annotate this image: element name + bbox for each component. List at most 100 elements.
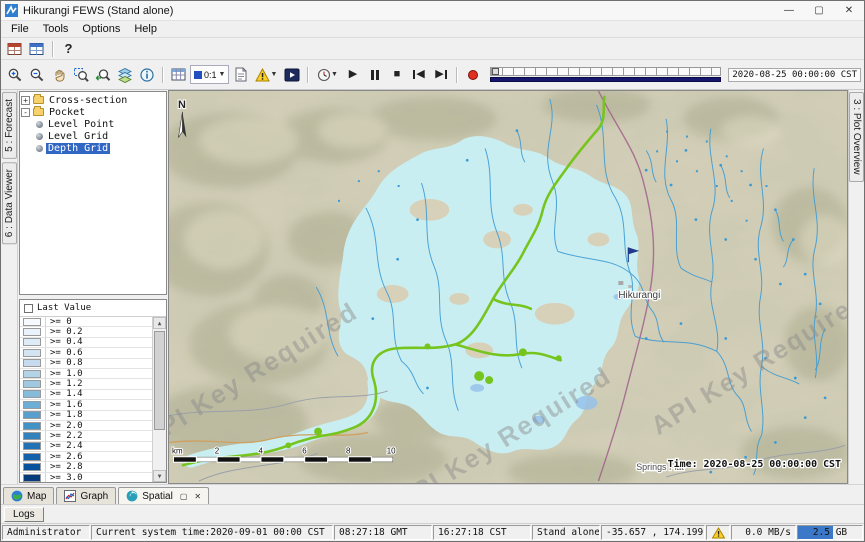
layers-tree[interactable]: + Cross-section - Pocket Level Point (19, 91, 167, 295)
last-value-checkbox[interactable] (24, 304, 33, 313)
zoom-out-button[interactable] (26, 65, 47, 85)
step-forward-icon: ▶ (435, 69, 446, 80)
zoom-in-button[interactable] (4, 65, 25, 85)
left-panel: + Cross-section - Pocket Level Point (18, 90, 168, 484)
animation-display-button[interactable] (281, 65, 302, 85)
legend-row[interactable]: >= 0.6 (20, 348, 152, 358)
legend-swatch (23, 401, 41, 409)
app-icon (5, 4, 18, 17)
legend-row[interactable]: >= 2.2 (20, 431, 152, 441)
status-gmt-time: 08:27:18 GMT (334, 525, 432, 540)
help-button[interactable]: ? (58, 39, 79, 59)
tab-graph[interactable]: Graph (56, 487, 116, 504)
zoom-in-icon (7, 67, 23, 83)
legend-label: >= 0.2 (45, 327, 152, 337)
scroll-down-icon[interactable]: ▼ (153, 470, 166, 482)
folder-icon (33, 96, 44, 104)
legend-list: >= 0 >= 0.2 >= 0.4 >= 0.6 (20, 317, 153, 482)
legend-row[interactable]: >= 0.8 (20, 359, 152, 369)
chart-icon (64, 490, 76, 502)
tree-item-pocket[interactable]: - Pocket (21, 106, 165, 118)
menu-help[interactable]: Help (128, 22, 163, 36)
toolbar-separator (162, 67, 163, 83)
svg-text:10: 10 (387, 446, 396, 455)
legend-row[interactable]: >= 1.4 (20, 390, 152, 400)
status-throughput: 0.0 MB/s (731, 525, 796, 540)
status-coordinates: -35.657 , 174.199 (601, 525, 705, 540)
minimize-button[interactable]: — (774, 1, 804, 20)
legend-label: >= 1.8 (45, 410, 152, 420)
chevron-down-icon: ▼ (219, 71, 226, 78)
scrollbar-thumb[interactable] (154, 331, 165, 430)
expand-icon[interactable]: + (21, 96, 30, 105)
pan-button[interactable] (48, 65, 69, 85)
legend-row[interactable]: >= 2.6 (20, 452, 152, 462)
tab-data-viewer[interactable]: 6 : Data Viewer (2, 162, 17, 244)
layers-button[interactable] (114, 65, 135, 85)
legend-row[interactable]: >= 2.8 (20, 462, 152, 472)
time-slider-track[interactable] (490, 67, 721, 76)
legend-scrollbar[interactable]: ▲ ▼ (153, 317, 166, 482)
animation-speed-button[interactable]: ▼ (313, 65, 341, 85)
legend-row[interactable]: >= 0.2 (20, 327, 152, 337)
time-slider[interactable] (490, 67, 721, 82)
legend-label: >= 1.2 (45, 379, 152, 389)
tree-item-level-point[interactable]: Level Point (21, 118, 165, 130)
blue-table-button[interactable] (26, 39, 47, 59)
time-slider-handle[interactable] (492, 68, 499, 75)
svg-text:km: km (172, 446, 183, 455)
menu-file[interactable]: File (5, 22, 35, 36)
legend-swatch (23, 453, 41, 461)
menu-tools[interactable]: Tools (37, 22, 75, 36)
tree-item-level-grid[interactable]: Level Grid (21, 130, 165, 142)
legend-row[interactable]: >= 3.0 (20, 473, 152, 482)
stop-button[interactable]: ■ (386, 65, 407, 85)
scroll-up-icon[interactable]: ▲ (153, 317, 166, 329)
menu-options[interactable]: Options (76, 22, 126, 36)
maximize-button[interactable]: ▢ (804, 1, 834, 20)
legend-swatch (23, 380, 41, 388)
status-warning[interactable] (706, 525, 730, 540)
tab-map[interactable]: Map (3, 487, 54, 504)
map-viewport[interactable]: API Key Required API Key Required API Ke… (168, 90, 848, 484)
legend-row[interactable]: >= 0.4 (20, 338, 152, 348)
step-forward-button[interactable]: ▶ (430, 65, 451, 85)
legend-row[interactable]: >= 1.0 (20, 369, 152, 379)
pause-button[interactable] (364, 65, 385, 85)
zoom-box-button[interactable] (70, 65, 91, 85)
tree-item-depth-grid[interactable]: Depth Grid (21, 142, 165, 154)
legend-row[interactable]: >= 1.8 (20, 411, 152, 421)
legend-row[interactable]: >= 0 (20, 317, 152, 327)
maximize-tab-icon[interactable]: ▢ (180, 492, 188, 501)
record-button[interactable] (462, 65, 483, 85)
play-button[interactable]: ▶ (342, 65, 363, 85)
node-icon (36, 133, 43, 140)
legend-row[interactable]: >= 2.0 (20, 421, 152, 431)
close-button[interactable]: ✕ (834, 1, 864, 20)
step-back-button[interactable]: ◀ (408, 65, 429, 85)
app-window: Hikurangi FEWS (Stand alone) — ▢ ✕ File … (0, 0, 865, 542)
legend-row[interactable]: >= 1.6 (20, 400, 152, 410)
legend-row[interactable]: >= 1.2 (20, 379, 152, 389)
threshold-warning-button[interactable]: ▼ (252, 65, 280, 85)
legend-label: >= 2.2 (45, 431, 152, 441)
tab-spatial[interactable]: Spatial ▢ ✕ (118, 487, 209, 504)
logs-button[interactable]: Logs (4, 507, 44, 522)
zoom-previous-button[interactable] (92, 65, 113, 85)
grid-scale-select[interactable]: 0:1 ▼ (190, 65, 229, 84)
tab-plot-overview[interactable]: 3 : Plot Overview (849, 92, 864, 182)
red-table-button[interactable] (4, 39, 25, 59)
memory-indicator[interactable]: 2.5 GB (797, 525, 863, 540)
close-tab-icon[interactable]: ✕ (194, 492, 201, 501)
tree-item-cross-section[interactable]: + Cross-section (21, 94, 165, 106)
step-back-icon: ◀ (413, 69, 424, 80)
legend-label: >= 0 (45, 317, 152, 327)
grid-display-button[interactable] (168, 65, 189, 85)
map-canvas[interactable]: API Key Required API Key Required API Ke… (169, 91, 847, 483)
collapse-icon[interactable]: - (21, 108, 30, 117)
title-bar[interactable]: Hikurangi FEWS (Stand alone) — ▢ ✕ (1, 1, 864, 21)
legend-row[interactable]: >= 2.4 (20, 442, 152, 452)
timeseries-document-button[interactable] (230, 65, 251, 85)
info-button[interactable] (136, 65, 157, 85)
tab-forecast[interactable]: 5 : Forecast (2, 92, 17, 159)
